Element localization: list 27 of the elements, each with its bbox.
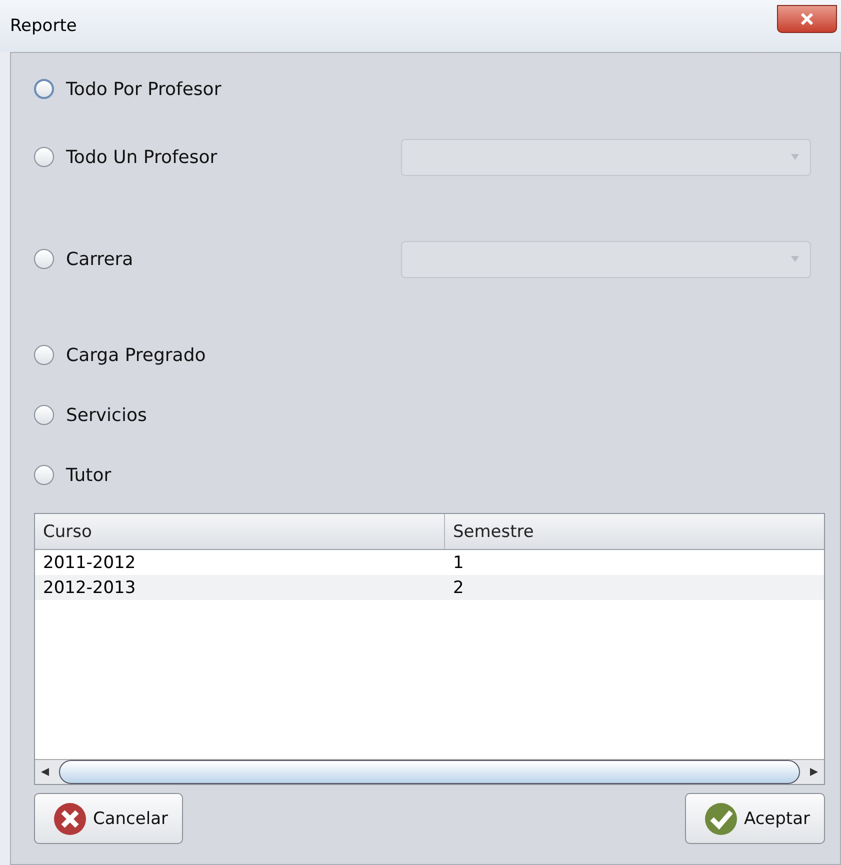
- check-icon: [704, 802, 738, 836]
- radio-label: Todo Un Profesor: [66, 146, 218, 168]
- radio-button[interactable]: [34, 405, 54, 425]
- table-cell-text: 1: [452, 552, 465, 574]
- table-cell-text: 2012-2013: [42, 576, 137, 600]
- cancel-button[interactable]: Cancelar: [34, 793, 183, 844]
- radio-label: Tutor: [66, 464, 112, 486]
- table-cell-text: 2: [452, 576, 465, 600]
- radio-label: Todo Por Profesor: [66, 78, 222, 100]
- column-header[interactable]: Semestre: [445, 514, 824, 549]
- radio-button[interactable]: [34, 249, 54, 269]
- table-cell-text: 2011-2012: [42, 552, 137, 574]
- radio-label: Carrera: [66, 248, 134, 270]
- radio-button[interactable]: [34, 147, 54, 167]
- dropdown-arrow-icon: [790, 255, 800, 263]
- close-button[interactable]: [777, 5, 837, 33]
- radio-button[interactable]: [34, 79, 54, 99]
- close-icon: [799, 12, 815, 26]
- accept-button[interactable]: Aceptar: [685, 793, 825, 844]
- column-header[interactable]: Curso: [35, 514, 445, 549]
- radio-label: Servicios: [66, 404, 148, 426]
- radio-label: Carga Pregrado: [66, 344, 207, 366]
- radio-button[interactable]: [34, 465, 54, 485]
- radio-button[interactable]: [34, 345, 54, 365]
- cancel-icon: [53, 802, 87, 836]
- dropdown-arrow-icon: [790, 153, 800, 161]
- window-title: Reporte: [10, 16, 77, 36]
